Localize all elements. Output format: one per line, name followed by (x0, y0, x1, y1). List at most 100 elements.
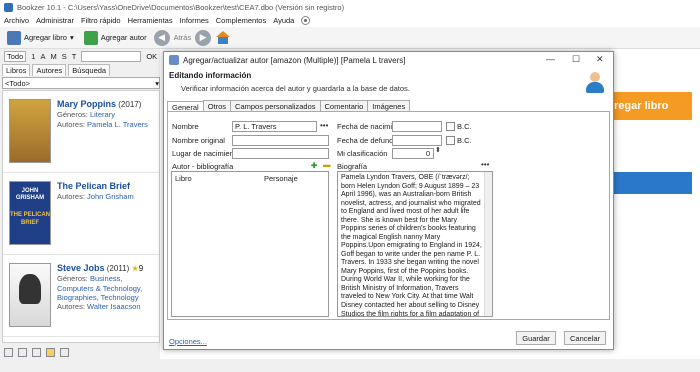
menu-filtro-rapido[interactable]: Filtro rápido (81, 16, 121, 25)
nombre-input[interactable]: P. L. Travers (232, 121, 317, 132)
add-author-label: Agregar autor (100, 33, 147, 42)
add-book-big-button[interactable]: regar libro (610, 92, 692, 120)
letter-filter-bar: Todo 1 A M S T OK (0, 49, 160, 63)
nombre-original-label: Nombre original (172, 136, 225, 145)
save-button[interactable]: Guardar (516, 331, 556, 345)
options-link[interactable]: Opciones... (169, 337, 207, 346)
checkbox-icon[interactable] (60, 347, 69, 357)
cover-author-text: JOHN GRISHAM (15, 188, 45, 202)
book-title[interactable]: Mary Poppins (57, 99, 116, 109)
toolbar: Agregar libro ▾ Agregar autor ◀ Atrás ▶ (0, 27, 700, 49)
bibliografia-table[interactable]: Libro Personaje (171, 171, 329, 317)
book-rating: 9 (138, 264, 144, 273)
maximize-icon[interactable]: ☐ (572, 54, 580, 65)
bc-checkbox[interactable] (446, 136, 455, 145)
options-circle-icon[interactable] (301, 16, 311, 25)
filter-todo[interactable]: Todo (4, 50, 27, 62)
clasificacion-label: Mi clasificación (337, 149, 388, 158)
genres-label: Géneros: (57, 110, 88, 120)
biografia-ellipsis-button[interactable]: ••• (481, 160, 489, 169)
general-tab-panel: Nombre P. L. Travers ••• Nombre original… (167, 111, 610, 320)
filter-search-input[interactable] (81, 50, 142, 62)
biografia-label: Biografía (337, 162, 368, 171)
list-item[interactable]: Steve Jobs (2011) ★9 Géneros: Business, … (3, 255, 159, 337)
author-link[interactable]: Walter Isaacson (87, 302, 141, 311)
blue-panel (612, 172, 692, 194)
stepper-arrows-icon[interactable]: ⬍ (435, 146, 441, 154)
menu-administrar[interactable]: Administrar (36, 16, 74, 25)
filter-letter[interactable]: T (72, 52, 77, 61)
add-book-icon (7, 30, 21, 45)
view-toolbar (2, 345, 160, 359)
remove-entry-icon[interactable]: ▬ (323, 160, 331, 169)
genres-label: Géneros: (57, 274, 88, 284)
filter-letter[interactable]: A (40, 52, 45, 61)
tab-busqueda[interactable]: Búsqueda (68, 64, 111, 76)
chevron-down-icon[interactable]: ▾ (70, 33, 74, 42)
app-icon (4, 2, 13, 12)
detail-view-icon[interactable] (18, 347, 27, 357)
minimize-icon[interactable]: — (546, 54, 555, 64)
book-title[interactable]: The Pelican Brief (57, 181, 130, 191)
list-item[interactable]: Mary Poppins (2017) Géneros: Literary Au… (3, 91, 159, 173)
bc-checkbox[interactable] (446, 122, 455, 131)
list-item[interactable]: JOHN GRISHAM THE PELICAN BRIEF The Pelic… (3, 173, 159, 255)
add-entry-icon[interactable]: ✚ (311, 161, 317, 170)
list-view-icon[interactable] (4, 347, 13, 357)
biografia-scrollbar[interactable] (484, 172, 492, 316)
menu-informes[interactable]: Informes (180, 16, 209, 25)
fecha-defuncion-input[interactable] (392, 135, 442, 146)
book-cover-image (9, 99, 51, 163)
tab-libros[interactable]: Libros (2, 64, 31, 76)
star-filter-icon[interactable] (46, 347, 55, 357)
dialog-title: Agregar/actualizar autor [amazon (Multip… (183, 55, 406, 65)
forward-arrow-icon[interactable]: ▶ (195, 29, 212, 46)
book-list[interactable]: Mary Poppins (2017) Géneros: Literary Au… (2, 90, 160, 343)
fecha-nacimiento-input[interactable] (392, 121, 442, 132)
menu-ayuda[interactable]: Ayuda (273, 16, 294, 25)
menu-herramientas[interactable]: Herramientas (128, 16, 173, 25)
menu-complementos[interactable]: Complementos (216, 16, 266, 25)
star-icon: ★ (131, 264, 139, 273)
nombre-label: Nombre (172, 122, 199, 131)
dialog-header: Editando información Verificar informaci… (164, 68, 613, 98)
tab-autores[interactable]: Autores (32, 64, 67, 76)
home-icon[interactable] (215, 30, 231, 45)
filter-letter[interactable]: S (62, 52, 67, 61)
authors-label: Autores: (57, 302, 85, 312)
authors-label: Autores: (57, 119, 85, 129)
clasificacion-stepper[interactable]: 0 (392, 148, 434, 159)
window-titlebar: Bookzer 10.1 - C:\Users\Yass\OneDrive\Do… (0, 0, 700, 14)
author-link[interactable]: John Grisham (87, 192, 134, 201)
genre-link[interactable]: Literary (90, 110, 115, 119)
column-header-libro[interactable]: Libro (175, 174, 192, 183)
menu-bar: Archivo Administrar Filtro rápido Herram… (0, 14, 700, 27)
left-tabs: Libros Autores Búsqueda (2, 64, 111, 76)
close-icon[interactable]: ✕ (596, 54, 604, 65)
author-link[interactable]: Pamela L. Travers (87, 120, 148, 129)
book-title[interactable]: Steve Jobs (57, 263, 105, 273)
back-arrow-icon[interactable]: ◀ (153, 29, 170, 46)
add-book-button[interactable]: Agregar libro ▾ (4, 29, 77, 47)
window-title: Bookzer 10.1 - C:\Users\Yass\OneDrive\Do… (17, 2, 345, 12)
dialog-heading: Editando información (169, 71, 252, 80)
nombre-original-input[interactable] (232, 135, 329, 146)
add-author-icon (83, 30, 98, 45)
column-header-personaje[interactable]: Personaje (264, 174, 298, 183)
lugar-nacimiento-input[interactable] (232, 148, 329, 159)
back-label[interactable]: Atrás (174, 33, 192, 42)
filter-combo[interactable]: <Todo> ▾ (2, 77, 160, 89)
biografia-textarea[interactable]: Pamela Lyndon Travers, OBE (/ˈtrævərz/; … (337, 171, 493, 317)
add-author-button[interactable]: Agregar autor (81, 29, 150, 47)
filter-letter[interactable]: M (50, 52, 56, 61)
author-avatar-icon (583, 70, 607, 94)
filter-ok-button[interactable]: OK (146, 52, 157, 61)
nombre-ellipsis-button[interactable]: ••• (320, 121, 328, 130)
menu-archivo[interactable]: Archivo (4, 16, 29, 25)
biografia-text: Pamela Lyndon Travers, OBE (/ˈtrævərz/; … (341, 174, 482, 317)
filter-letter[interactable]: 1 (31, 52, 35, 61)
cancel-button[interactable]: Cancelar (564, 331, 606, 345)
dialog-subheading: Verificar información acerca del autor y… (181, 84, 410, 93)
author-dialog: Agregar/actualizar autor [amazon (Multip… (163, 51, 614, 350)
grid-view-icon[interactable] (32, 347, 41, 357)
